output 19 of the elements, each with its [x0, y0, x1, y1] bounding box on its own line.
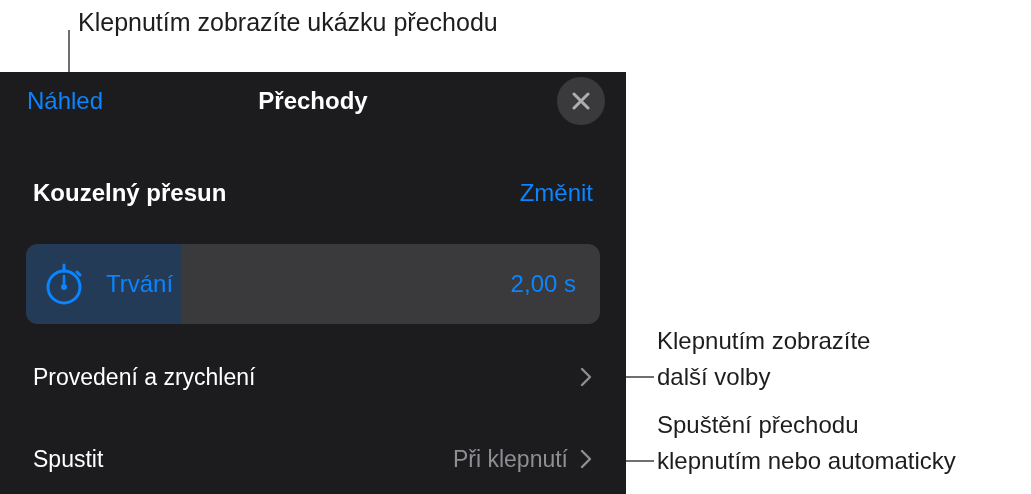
settings-row[interactable]: Spustit Při klepnutí	[0, 435, 626, 483]
row-label: Spustit	[33, 444, 104, 474]
close-button[interactable]	[557, 77, 605, 125]
duration-value: 2,00 s	[510, 269, 576, 299]
row-value: Při klepnutí	[452, 444, 568, 474]
callout-text: Klepnutím zobrazíte další volby	[657, 326, 871, 392]
effect-name: Kouzelný přesun	[33, 178, 227, 208]
duration-slider[interactable]: Trvání 2,00 s	[26, 244, 600, 324]
settings-row[interactable]: Provedení a zrychlení	[0, 353, 626, 401]
change-button[interactable]: Změnit	[519, 175, 593, 211]
duration-label: Trvání	[106, 269, 174, 299]
callout-text: Klepnutím zobrazíte ukázku přechodu	[78, 7, 498, 38]
panel-title: Přechody	[258, 86, 368, 116]
close-icon	[572, 92, 590, 110]
row-label: Provedení a zrychlení	[33, 362, 256, 392]
preview-button[interactable]: Náhled	[27, 83, 104, 119]
callout-text: Spuštění přechodu klepnutím nebo automaticky	[657, 410, 956, 476]
chevron-icon	[580, 449, 592, 469]
chevron-icon	[580, 367, 592, 387]
